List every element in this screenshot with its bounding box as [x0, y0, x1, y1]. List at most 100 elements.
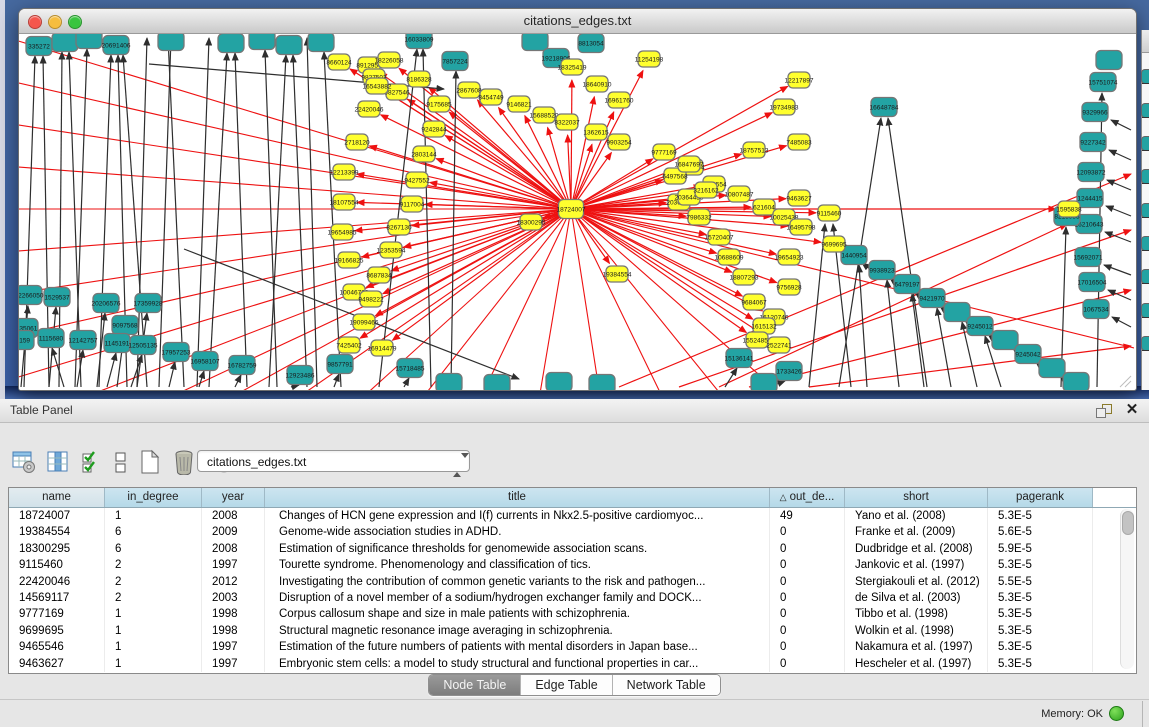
table-cell[interactable]: Investigating the contribution of common… — [265, 574, 770, 590]
graph-node[interactable]: 17359928 — [134, 294, 163, 313]
graph-node[interactable]: 39159 — [19, 331, 34, 350]
table-cell[interactable]: 2 — [105, 590, 202, 606]
graph-node[interactable]: 16914479 — [368, 340, 397, 356]
table-cell[interactable]: 9777169 — [9, 606, 105, 622]
table-cell[interactable]: Corpus callosum shape and size in male p… — [265, 606, 770, 622]
column-header-name[interactable]: name — [9, 488, 105, 507]
graph-node[interactable]: 16033809 — [405, 34, 434, 49]
table-cell[interactable]: 6 — [105, 524, 202, 540]
graph-node[interactable]: 9857791 — [327, 355, 353, 374]
table-scrollbar[interactable] — [1120, 509, 1134, 669]
table-cell[interactable]: 9699695 — [9, 623, 105, 639]
graph-node[interactable]: 16958107 — [191, 352, 220, 371]
graph-node[interactable]: 9245042 — [1015, 345, 1041, 364]
graph-node[interactable]: 1145191 — [104, 334, 130, 353]
column-header-title[interactable]: title — [265, 488, 770, 507]
graph-node[interactable]: 9117004 — [400, 196, 425, 212]
table-row[interactable]: 977716911998Corpus callosum shape and si… — [9, 606, 1136, 622]
close-panel-icon[interactable]: ✕ — [1124, 402, 1140, 418]
graph-node[interactable] — [76, 34, 102, 49]
graph-node[interactable]: 9115460 — [817, 205, 842, 221]
graph-node[interactable]: 17016504 — [1078, 273, 1107, 292]
graph-node[interactable]: 11254198 — [635, 51, 664, 67]
table-cell[interactable]: 5.9E-5 — [988, 541, 1093, 557]
graph-node[interactable]: 9146821 — [506, 96, 532, 112]
graph-node[interactable] — [992, 331, 1018, 350]
table-cell[interactable]: Stergiakouli et al. (2012) — [845, 574, 988, 590]
graph-node[interactable]: 6479197 — [894, 275, 920, 294]
table-cell[interactable]: 5.3E-5 — [988, 639, 1093, 655]
table-cell[interactable]: Disruption of a novel member of a sodium… — [265, 590, 770, 606]
graph-node[interactable]: 19384554 — [603, 266, 632, 282]
graph-node[interactable]: 2718120 — [344, 134, 370, 150]
table-row[interactable]: 911546021997Tourette syndrome. Phenomeno… — [9, 557, 1136, 573]
table-cell[interactable]: Yano et al. (2008) — [845, 508, 988, 524]
graph-node[interactable]: 15136141 — [725, 349, 754, 368]
table-cell[interactable]: 19384554 — [9, 524, 105, 540]
graph-node[interactable]: 16961760 — [605, 92, 634, 108]
graph-node[interactable]: 10807487 — [725, 186, 754, 202]
column-header-short[interactable]: short — [845, 488, 988, 507]
table-cell[interactable]: 2008 — [202, 541, 265, 557]
graph-node[interactable]: 22420046 — [355, 101, 384, 117]
graph-node[interactable]: 10688609 — [715, 249, 744, 265]
graph-node[interactable]: 18325419 — [558, 59, 587, 75]
table-row[interactable]: 1872400712008Changes of HCN gene express… — [9, 508, 1136, 524]
graph-node[interactable] — [751, 374, 777, 391]
table-row[interactable]: 946554611997Estimation of the future num… — [9, 639, 1136, 655]
graph-node[interactable] — [158, 34, 184, 51]
graph-node[interactable]: 19099466 — [350, 314, 379, 330]
table-cell[interactable]: 14569117 — [9, 590, 105, 606]
graph-node[interactable]: 9242844 — [421, 121, 447, 137]
table-cell[interactable]: 0 — [770, 541, 845, 557]
table-cell[interactable]: Structural magnetic resonance image aver… — [265, 623, 770, 639]
table-cell[interactable]: 0 — [770, 590, 845, 606]
table-cell[interactable]: 6 — [105, 541, 202, 557]
graph-node[interactable]: 19654985 — [328, 224, 357, 240]
table-cell[interactable]: 1998 — [202, 606, 265, 622]
graph-node[interactable]: 3216162 — [693, 182, 719, 198]
graph-node[interactable]: 12353594 — [377, 242, 406, 258]
table-cell[interactable]: de Silva et al. (2003) — [845, 590, 988, 606]
graph-node[interactable]: 8687834 — [366, 267, 392, 283]
graph-node[interactable]: 8813054 — [578, 34, 604, 53]
table-cell[interactable]: Estimation of significance thresholds fo… — [265, 541, 770, 557]
table-cell[interactable]: 0 — [770, 524, 845, 540]
table-cell[interactable]: 5.3E-5 — [988, 606, 1093, 622]
graph-node[interactable] — [522, 34, 548, 51]
graph-node[interactable]: 7857224 — [442, 52, 468, 71]
table-cell[interactable]: Dudbridge et al. (2008) — [845, 541, 988, 557]
graph-node[interactable]: 18757513 — [740, 142, 769, 158]
table-cell[interactable]: 5.3E-5 — [988, 623, 1093, 639]
graph-node[interactable]: 12923486 — [286, 366, 315, 385]
graph-node[interactable]: 19166825 — [335, 252, 364, 268]
graph-node[interactable] — [276, 36, 302, 55]
graph-node[interactable]: 621604 — [753, 199, 775, 215]
graph-node[interactable]: 335272 — [26, 37, 52, 56]
table-row[interactable]: 946362711997Embryonic stem cells: a mode… — [9, 656, 1136, 672]
graph-node[interactable]: 15751074 — [1089, 73, 1118, 92]
graph-node[interactable]: 2803144 — [411, 146, 437, 162]
graph-node[interactable]: 7986332 — [686, 209, 712, 225]
graph-node[interactable]: 8322037 — [554, 114, 580, 130]
table-cell[interactable]: 0 — [770, 639, 845, 655]
graph-node[interactable]: 9245012 — [967, 317, 993, 336]
column-header-pagerank[interactable]: pagerank — [988, 488, 1093, 507]
graph-node[interactable] — [484, 375, 510, 391]
graph-node[interactable]: 9227342 — [1080, 133, 1106, 152]
graph-node[interactable] — [249, 34, 275, 50]
table-mode-icon[interactable] — [12, 449, 36, 475]
graph-node[interactable]: 18107554 — [330, 194, 359, 210]
tab-node-table[interactable]: Node Table — [429, 675, 521, 695]
graph-node[interactable]: 12213399 — [330, 164, 359, 180]
graph-node[interactable] — [218, 34, 244, 53]
graph-node[interactable]: 1067534 — [1083, 300, 1109, 319]
graph-node[interactable]: 9903254 — [606, 134, 632, 150]
table-cell[interactable]: 2009 — [202, 524, 265, 540]
scrollbar-thumb[interactable] — [1122, 511, 1134, 535]
tab-edge-table[interactable]: Edge Table — [521, 675, 612, 695]
table-cell[interactable]: 5.3E-5 — [988, 557, 1093, 573]
graph-node[interactable]: 9777169 — [651, 144, 677, 160]
graph-node[interactable] — [944, 303, 970, 322]
graph-node[interactable]: 8267130 — [386, 219, 412, 235]
